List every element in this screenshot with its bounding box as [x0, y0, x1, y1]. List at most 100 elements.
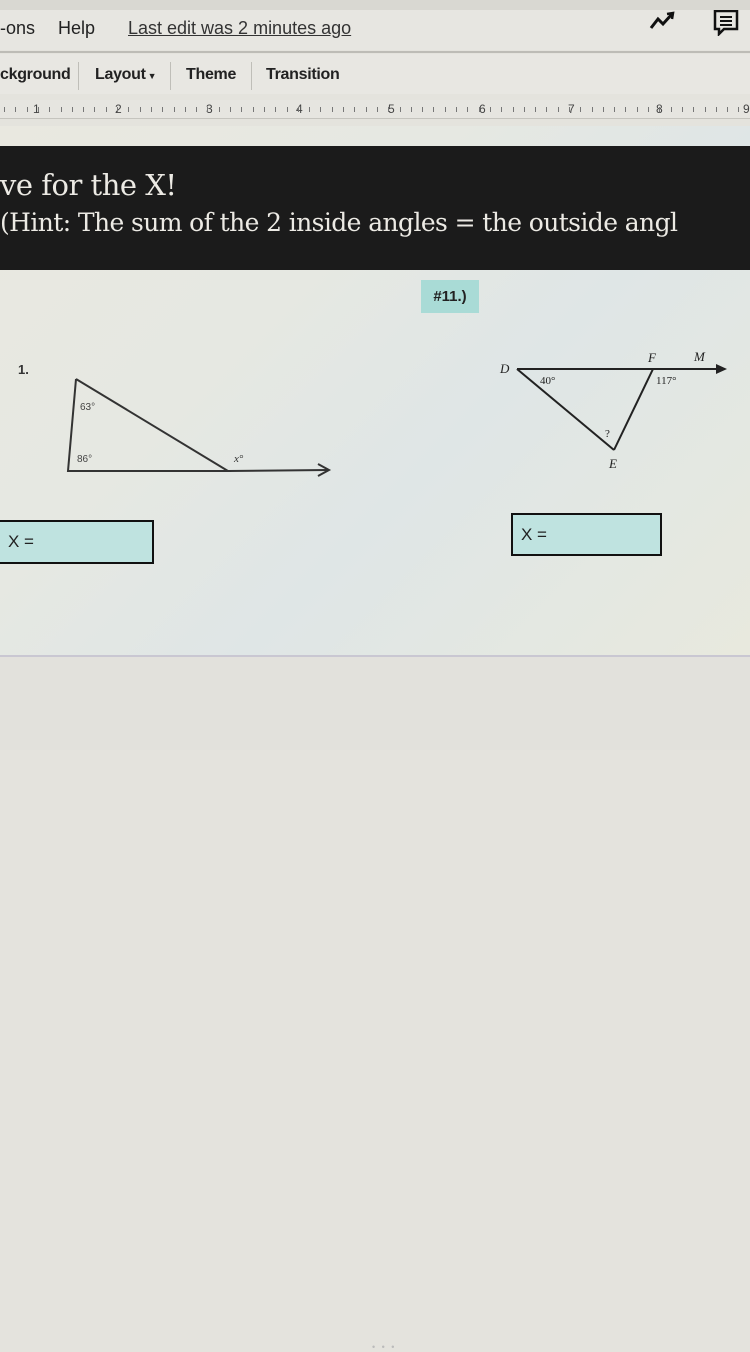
- ruler-tick: [174, 107, 175, 112]
- ruler-tick: [72, 107, 73, 112]
- layout-label: Layout: [95, 66, 146, 83]
- ruler-tick: [501, 107, 502, 112]
- drag-handle[interactable]: • • •: [372, 1342, 396, 1352]
- horizontal-ruler[interactable]: 1 2 3 4 5 6 7 8 9: [0, 100, 750, 119]
- ruler-tick: [400, 107, 401, 112]
- ruler-tick: [61, 107, 62, 112]
- ruler-tick: [83, 107, 84, 112]
- ruler-tick: [298, 107, 299, 112]
- ruler-tick: [705, 107, 706, 112]
- ruler-tick: [625, 107, 626, 112]
- ruler-tick: [162, 107, 163, 112]
- question-label[interactable]: #11.): [421, 280, 479, 313]
- ruler-tick: [535, 107, 536, 112]
- ruler-tick: [332, 107, 333, 112]
- divider: [0, 51, 750, 53]
- ruler-tick: [467, 107, 468, 112]
- ruler-tick: [49, 107, 50, 112]
- last-edit-link[interactable]: Last edit was 2 minutes ago: [128, 18, 351, 39]
- ruler-tick: [275, 107, 276, 112]
- ruler-tick: [671, 107, 672, 112]
- ruler-tick: [637, 107, 638, 112]
- ruler-tick: [433, 107, 434, 112]
- ruler-tick: [15, 107, 16, 112]
- window-title-strip: [0, 0, 750, 10]
- ruler-tick: [106, 107, 107, 112]
- chevron-down-icon: ▼: [147, 71, 157, 81]
- ruler-tick: [592, 107, 593, 112]
- ruler-tick: [4, 107, 5, 112]
- answer-label: X =: [8, 532, 34, 551]
- layout-button[interactable]: Layout ▼: [95, 66, 157, 84]
- ruler-tick: [490, 107, 491, 112]
- ruler-tick: [479, 107, 480, 112]
- toolbar-separator: [78, 62, 79, 90]
- ruler-tick: [603, 107, 604, 112]
- ruler-tick: [513, 107, 514, 112]
- ruler-number: 6: [479, 102, 486, 116]
- ruler-number: 2: [115, 102, 122, 116]
- menu-bar: -ons Help Last edit was 2 minutes ago: [0, 10, 750, 50]
- ruler-number: 4: [296, 102, 303, 116]
- speaker-notes-area[interactable]: • • •: [0, 657, 750, 1352]
- ruler-tick: [151, 107, 152, 112]
- answer-box-2[interactable]: X =: [511, 513, 662, 556]
- ruler-number: 5: [388, 102, 395, 116]
- ruler-tick: [614, 107, 615, 112]
- slide-toolbar: ckground Layout ▼ Theme Transition: [0, 54, 750, 94]
- ruler-tick: [219, 107, 220, 112]
- slide-title[interactable]: ve for the X!: [0, 168, 177, 202]
- ruler-tick: [546, 107, 547, 112]
- trend-icon[interactable]: [648, 10, 676, 32]
- ruler-tick: [253, 107, 254, 112]
- ruler-tick: [445, 107, 446, 112]
- theme-button[interactable]: Theme: [186, 66, 236, 84]
- ruler-tick: [693, 107, 694, 112]
- ruler-tick: [207, 107, 208, 112]
- ruler-tick: [524, 107, 525, 112]
- ruler-tick: [377, 107, 378, 112]
- ruler-tick: [569, 107, 570, 112]
- ruler-tick: [94, 107, 95, 112]
- ruler-tick: [648, 107, 649, 112]
- ruler-tick: [140, 107, 141, 112]
- ruler-tick: [456, 107, 457, 112]
- transition-button[interactable]: Transition: [266, 66, 340, 84]
- background-button[interactable]: ckground: [0, 66, 71, 84]
- answer-box-1[interactable]: X =: [0, 520, 154, 564]
- ruler-tick: [27, 107, 28, 112]
- ruler-tick: [738, 107, 739, 112]
- ruler-tick: [117, 107, 118, 112]
- slide-hint[interactable]: (Hint: The sum of the 2 inside angles = …: [0, 208, 678, 237]
- ruler-tick: [196, 107, 197, 112]
- ruler-tick: [366, 107, 367, 112]
- title-banner: ve for the X! (Hint: The sum of the 2 in…: [0, 146, 750, 270]
- ruler-tick: [38, 107, 39, 112]
- ruler-tick: [343, 107, 344, 112]
- ruler-tick: [558, 107, 559, 112]
- menu-help[interactable]: Help: [58, 18, 95, 39]
- ruler-tick: [411, 107, 412, 112]
- ruler-tick: [264, 107, 265, 112]
- ruler-tick: [580, 107, 581, 112]
- ruler-tick: [682, 107, 683, 112]
- ruler-tick: [309, 107, 310, 112]
- ruler-tick: [287, 107, 288, 112]
- menu-addons[interactable]: -ons: [0, 18, 35, 39]
- ruler-tick: [727, 107, 728, 112]
- ruler-tick: [659, 107, 660, 112]
- ruler-tick: [354, 107, 355, 112]
- problem-number: 1.: [18, 362, 29, 377]
- ruler-tick: [320, 107, 321, 112]
- ruler-number: 9: [743, 102, 750, 116]
- ruler-tick: [422, 107, 423, 112]
- ruler-tick: [716, 107, 717, 112]
- ruler-tick: [128, 107, 129, 112]
- answer-label: X =: [521, 524, 547, 544]
- ruler-tick: [230, 107, 231, 112]
- toolbar-separator: [170, 62, 171, 90]
- ruler-tick: [241, 107, 242, 112]
- comment-icon[interactable]: [712, 10, 740, 36]
- ruler-tick: [185, 107, 186, 112]
- ruler-tick: [388, 107, 389, 112]
